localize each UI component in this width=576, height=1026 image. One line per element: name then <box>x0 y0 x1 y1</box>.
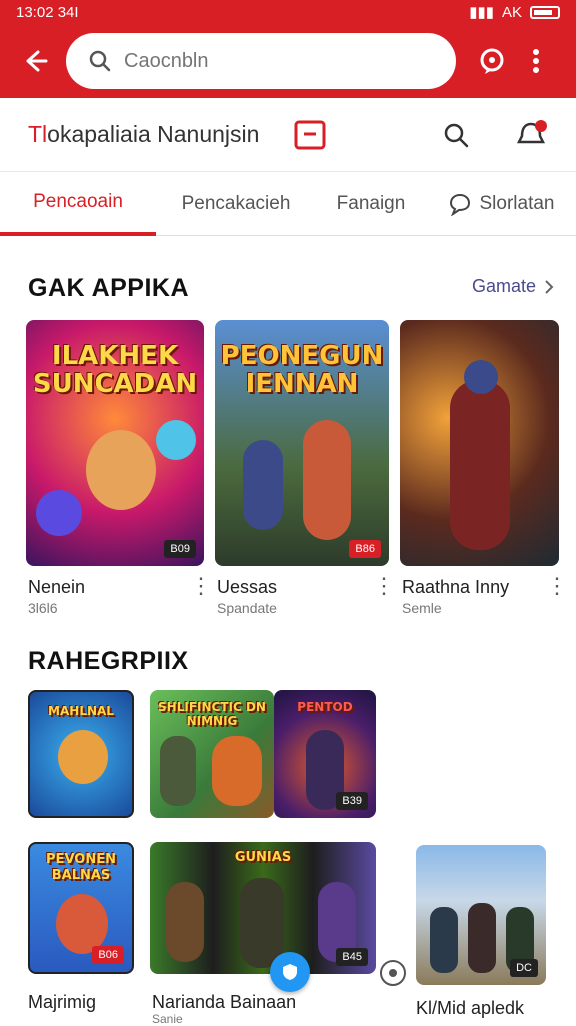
section-title: RAHEGRPIIX <box>28 647 189 675</box>
back-button[interactable] <box>12 39 56 83</box>
chat-bubble-icon <box>449 193 470 216</box>
cover-art <box>430 907 458 973</box>
price-badge: B86 <box>349 540 381 558</box>
status-time: 13:02 34I <box>16 3 79 21</box>
game-name: Kl/Mid apledk <box>416 998 525 1018</box>
arrow-left-icon <box>26 50 48 72</box>
tab-fanaign[interactable]: Fanaign <box>316 172 426 236</box>
chat-button[interactable] <box>470 39 514 83</box>
floating-action-button[interactable] <box>270 952 310 992</box>
price-badge: DC <box>510 959 538 977</box>
see-all-link[interactable]: Gamate <box>472 276 554 297</box>
game-card[interactable]: GUNIAS B45 <box>150 842 376 974</box>
record-icon[interactable] <box>380 960 406 986</box>
cover-title: SHLIFINCTIC DN NIMNIG <box>158 700 266 728</box>
chat-icon <box>480 48 504 74</box>
cover-art <box>86 430 156 510</box>
price-badge: B09 <box>164 540 196 558</box>
section-title: GAK APPIKA <box>28 274 190 302</box>
game-subtitle: Spandate <box>217 600 277 616</box>
game-name: Majrimig <box>28 992 97 1012</box>
status-icons: ▮▮▮ AK <box>469 3 560 21</box>
cover-art <box>450 380 510 550</box>
cover-art <box>212 736 262 806</box>
app-bar <box>0 24 576 98</box>
card-menu-button[interactable]: ⋮ <box>373 575 395 597</box>
game-name: Raathna Inny <box>402 577 510 597</box>
inbox-icon[interactable] <box>294 120 326 150</box>
tab-slorlatan[interactable]: Slorlatan <box>426 172 576 236</box>
price-badge: B39 <box>336 792 368 810</box>
cover-art <box>468 903 496 973</box>
cover-title: PEONEGUN IENNAN <box>220 341 384 399</box>
card-menu-button[interactable]: ⋮ <box>546 575 568 597</box>
game-name: Narianda Bainaan <box>152 992 297 1012</box>
card-menu-button[interactable]: ⋮ <box>190 575 212 597</box>
cover-art <box>156 420 196 460</box>
cover-art <box>243 440 283 530</box>
cover-art <box>160 736 196 806</box>
search-icon <box>89 50 111 72</box>
price-badge: B45 <box>336 948 368 966</box>
game-card[interactable]: ILAKHEK SUNCADAN B09 <box>26 320 204 566</box>
game-card[interactable] <box>400 320 559 566</box>
tab-pencaoain[interactable]: Pencaoain <box>0 172 156 236</box>
price-badge: B06 <box>92 946 124 964</box>
cover-art <box>464 360 498 394</box>
cover-art <box>56 894 108 954</box>
cover-art <box>36 490 82 536</box>
cover-title: PEVONEN BALNAS <box>46 852 116 883</box>
game-name: Uessas <box>217 577 278 597</box>
cover-art <box>166 882 204 962</box>
cover-title: MAHLNAL <box>48 704 114 718</box>
page-header: Tlokapaliaia Nanunjsin <box>0 98 576 172</box>
signal-icon: ▮▮▮ <box>469 4 494 21</box>
header-tools <box>294 118 548 152</box>
game-card[interactable]: PEVONEN BALNAS B06 <box>28 842 134 974</box>
status-bar: 13:02 34I ▮▮▮ AK <box>0 0 576 24</box>
search-input[interactable] <box>124 49 424 73</box>
category-tabs: Pencaoain Pencakacieh Fanaign Slorlatan <box>0 172 576 236</box>
cover-title: GUNIAS <box>234 850 292 865</box>
game-card[interactable]: SHLIFINCTIC DN NIMNIG <box>150 690 274 818</box>
page-title: Tlokapaliaia Nanunjsin <box>28 121 260 147</box>
cover-title: PENTOD <box>297 700 353 714</box>
tab-pencakacieh[interactable]: Pencakacieh <box>156 172 316 236</box>
shield-icon <box>283 964 297 980</box>
battery-label: AK <box>501 3 522 21</box>
game-name: Nenein <box>28 577 86 597</box>
more-menu-button[interactable] <box>514 39 558 83</box>
cover-art <box>58 730 108 784</box>
notification-icon[interactable] <box>514 118 548 152</box>
battery-icon <box>530 5 560 19</box>
game-card[interactable]: PENTOD B39 <box>274 690 376 818</box>
more-vert-icon <box>533 49 539 73</box>
game-card[interactable]: MAHLNAL <box>28 690 134 818</box>
search-icon[interactable] <box>442 121 470 149</box>
game-subtitle: 3l6l6 <box>28 600 58 616</box>
chevron-right-icon <box>545 279 554 294</box>
game-card[interactable]: DC <box>416 845 546 985</box>
cover-art <box>303 420 351 540</box>
cover-title: ILAKHEK SUNCADAN <box>32 341 198 399</box>
cover-art <box>240 878 284 968</box>
game-card[interactable]: PEONEGUN IENNAN B86 <box>215 320 389 566</box>
search-bar[interactable] <box>66 33 456 89</box>
game-subtitle: Semle <box>402 600 442 616</box>
